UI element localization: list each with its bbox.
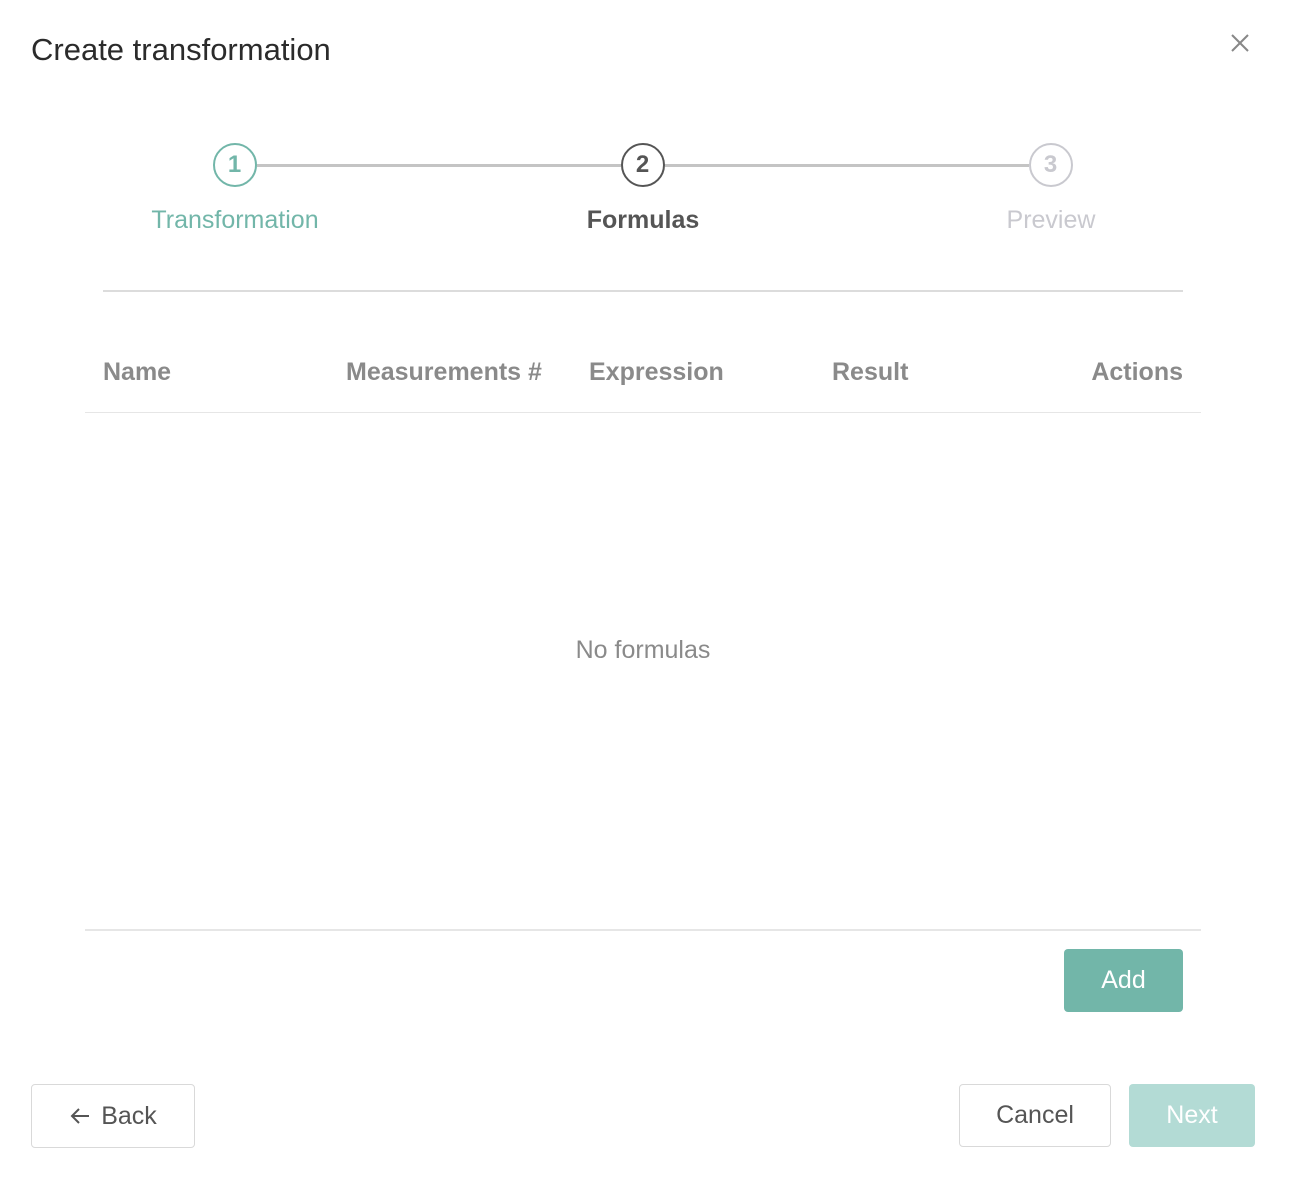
empty-state-text: No formulas [575,636,711,664]
cancel-button[interactable]: Cancel [959,1084,1111,1147]
next-button[interactable]: Next [1129,1084,1255,1147]
column-header-name[interactable]: Name [103,357,171,387]
column-header-result[interactable]: Result [832,357,908,387]
step-number-badge: 2 [620,143,665,187]
step-label: Preview [1006,206,1096,234]
close-icon[interactable] [1226,29,1254,57]
step-label: Transformation [151,206,319,234]
column-header-actions: Actions [1091,358,1183,386]
dialog-title: Create transformation [31,32,331,67]
add-formula-button[interactable]: Add [1064,949,1183,1012]
stepper-connector-2 [665,164,1029,167]
table-bottom-divider [85,929,1201,931]
step-number-badge: 3 [1028,143,1073,187]
step-number-badge: 1 [212,143,257,187]
column-header-expression[interactable]: Expression [589,357,724,387]
section-divider [103,290,1183,292]
back-button[interactable]: Back [31,1084,195,1148]
stepper-connector-1 [257,164,621,167]
step-label: Formulas [586,206,700,234]
column-header-measurements[interactable]: Measurements # [346,357,542,387]
back-button-label: Back [101,1101,157,1130]
arrow-left-icon [70,1108,90,1124]
table-header: Name Measurements # Expression Result Ac… [85,340,1201,413]
